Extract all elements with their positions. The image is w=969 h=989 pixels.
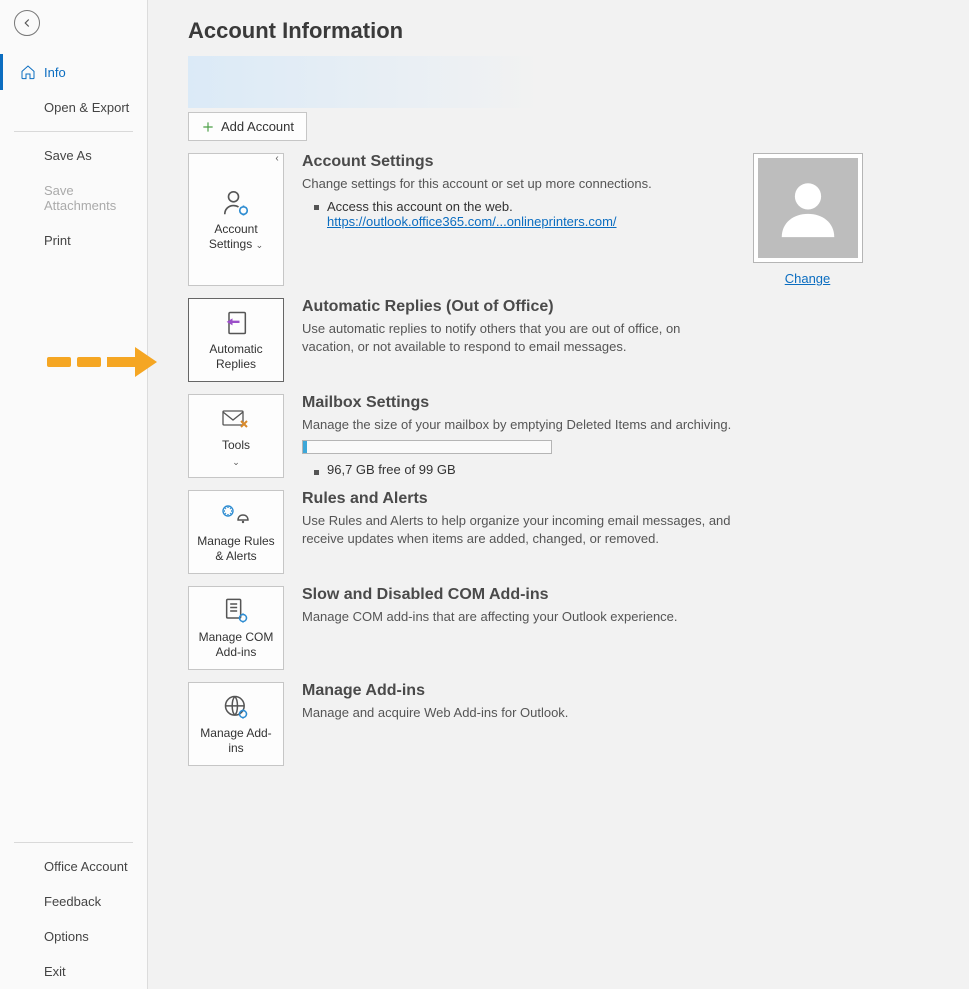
arrow-left-icon xyxy=(20,16,34,30)
sidebar: Info Open & Export Save As Save Attachme… xyxy=(0,0,148,989)
section-heading: Mailbox Settings xyxy=(302,394,732,412)
section-automatic-replies: Automatic Replies Automatic Replies (Out… xyxy=(188,298,939,382)
sidebar-item-save-attachments: Save Attachments xyxy=(0,173,147,223)
avatar xyxy=(753,153,863,263)
section-body: Rules and Alerts Use Rules and Alerts to… xyxy=(302,490,732,574)
section-body: Account Settings Change settings for thi… xyxy=(302,153,732,286)
bullet-icon xyxy=(314,470,319,475)
account-banner xyxy=(188,56,778,108)
sidebar-item-label: Print xyxy=(20,233,71,248)
sidebar-item-open-export[interactable]: Open & Export xyxy=(0,90,147,125)
add-account-button[interactable]: Add Account xyxy=(188,112,307,141)
sidebar-item-label: Feedback xyxy=(20,894,101,909)
storage-text: 96,7 GB free of 99 GB xyxy=(327,462,456,477)
tile-automatic-replies[interactable]: Automatic Replies xyxy=(188,298,284,382)
section-desc: Use Rules and Alerts to help organize yo… xyxy=(302,512,732,548)
divider xyxy=(14,131,133,132)
bullet-text: Access this account on the web. xyxy=(327,199,617,214)
auto-reply-icon xyxy=(219,308,253,338)
tile-account-settings[interactable]: ‹ Account Settings ⌄ xyxy=(188,153,284,286)
home-icon xyxy=(20,64,36,80)
section-body: Automatic Replies (Out of Office) Use au… xyxy=(302,298,732,382)
bullet-icon xyxy=(314,205,319,210)
section-mailbox-settings: Tools ⌄ Mailbox Settings Manage the size… xyxy=(188,394,939,478)
page-title: Account Information xyxy=(188,18,939,44)
section-heading: Slow and Disabled COM Add-ins xyxy=(302,586,732,604)
sidebar-item-label: Office Account xyxy=(20,859,128,874)
section-account-settings: ‹ Account Settings ⌄ Account Settings Ch… xyxy=(188,153,939,286)
section-body: Manage Add-ins Manage and acquire Web Ad… xyxy=(302,682,732,766)
tile-label: Account Settings ⌄ xyxy=(193,222,279,252)
sidebar-item-save-as[interactable]: Save As xyxy=(0,138,147,173)
sidebar-item-info[interactable]: Info xyxy=(0,54,147,90)
tile-label: Manage Rules & Alerts xyxy=(193,534,279,564)
section-heading: Manage Add-ins xyxy=(302,682,732,700)
storage-progress xyxy=(302,440,552,454)
section-desc: Use automatic replies to notify others t… xyxy=(302,320,732,356)
section-manage-addins: Manage Add-ins Manage Add-ins Manage and… xyxy=(188,682,939,766)
web-addins-icon xyxy=(219,692,253,722)
back-button[interactable] xyxy=(14,10,40,36)
sidebar-item-label: Save As xyxy=(20,148,92,163)
tile-manage-com-addins[interactable]: Manage COM Add-ins xyxy=(188,586,284,670)
change-photo-link[interactable]: Change xyxy=(785,271,831,286)
tile-label: Manage Add-ins xyxy=(193,726,279,756)
storage-progress-fill xyxy=(303,441,307,453)
section-heading: Account Settings xyxy=(302,153,732,171)
section-com-addins: Manage COM Add-ins Slow and Disabled COM… xyxy=(188,586,939,670)
section-heading: Automatic Replies (Out of Office) xyxy=(302,298,732,316)
sidebar-item-exit[interactable]: Exit xyxy=(0,954,147,989)
add-account-label: Add Account xyxy=(221,119,294,134)
divider xyxy=(14,842,133,843)
avatar-column: Change xyxy=(750,153,865,286)
tile-label: Tools xyxy=(222,438,250,453)
rules-alerts-icon xyxy=(219,500,253,530)
chevron-down-icon: ⌄ xyxy=(232,457,240,468)
sidebar-item-label: Info xyxy=(44,65,66,80)
tile-tools[interactable]: Tools ⌄ xyxy=(188,394,284,478)
section-rules-alerts: Manage Rules & Alerts Rules and Alerts U… xyxy=(188,490,939,574)
tile-manage-addins[interactable]: Manage Add-ins xyxy=(188,682,284,766)
person-gear-icon xyxy=(219,188,253,218)
mailbox-tools-icon xyxy=(219,404,253,434)
main-content: Account Information Add Account ‹ Accoun… xyxy=(148,0,969,989)
sidebar-item-label: Open & Export xyxy=(20,100,129,115)
tile-label: Automatic Replies xyxy=(193,342,279,372)
owa-link[interactable]: https://outlook.office365.com/...onlinep… xyxy=(327,214,617,229)
chevron-down-icon: ⌄ xyxy=(256,240,264,250)
sidebar-item-label: Exit xyxy=(20,964,66,979)
sidebar-item-options[interactable]: Options xyxy=(0,919,147,954)
sidebar-item-feedback[interactable]: Feedback xyxy=(0,884,147,919)
com-addins-icon xyxy=(219,596,253,626)
bullet-row: Access this account on the web. https://… xyxy=(302,199,732,229)
tile-label: Manage COM Add-ins xyxy=(193,630,279,660)
section-body: Slow and Disabled COM Add-ins Manage COM… xyxy=(302,586,732,670)
tile-manage-rules[interactable]: Manage Rules & Alerts xyxy=(188,490,284,574)
sidebar-item-label: Options xyxy=(20,929,89,944)
section-heading: Rules and Alerts xyxy=(302,490,732,508)
plus-icon xyxy=(201,120,215,134)
section-desc: Manage the size of your mailbox by empty… xyxy=(302,416,732,434)
sidebar-item-office-account[interactable]: Office Account xyxy=(0,849,147,884)
sidebar-item-print[interactable]: Print xyxy=(0,223,147,258)
sidebar-item-label: Save Attachments xyxy=(20,183,137,213)
person-placeholder-icon xyxy=(773,173,843,243)
section-desc: Change settings for this account or set … xyxy=(302,175,732,193)
section-desc: Manage COM add-ins that are affecting yo… xyxy=(302,608,732,626)
section-body: Mailbox Settings Manage the size of your… xyxy=(302,394,732,478)
section-desc: Manage and acquire Web Add-ins for Outlo… xyxy=(302,704,732,722)
collapse-caret-icon[interactable]: ‹ xyxy=(270,153,284,167)
